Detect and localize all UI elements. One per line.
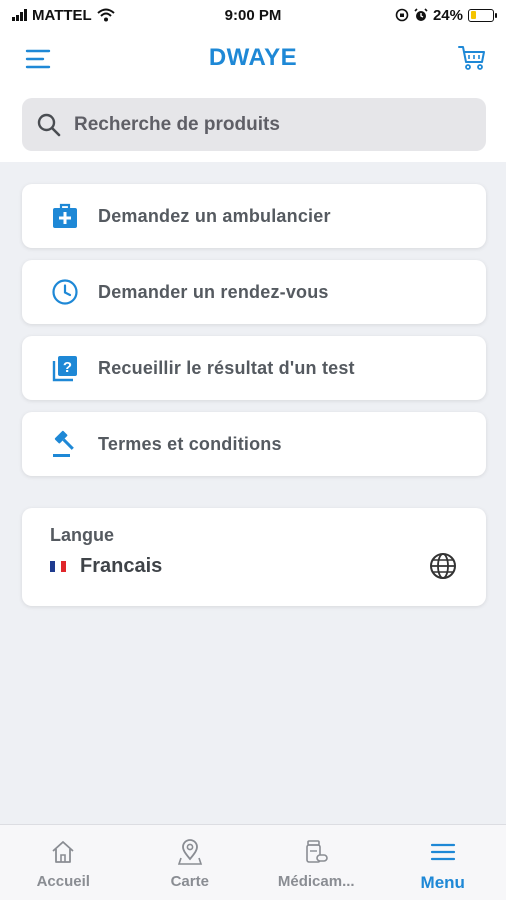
search-bar[interactable] xyxy=(22,98,486,151)
status-time: 9:00 PM xyxy=(224,6,282,24)
svg-text:?: ? xyxy=(63,359,72,376)
carrier-name: MATTEL xyxy=(32,6,92,24)
home-icon xyxy=(48,837,78,867)
menu-item-label: Demander un rendez-vous xyxy=(98,281,329,302)
menu-item-terms[interactable]: Termes et conditions xyxy=(22,412,486,476)
tab-menu[interactable]: Menu xyxy=(380,825,506,900)
clock-icon xyxy=(50,277,80,307)
search-icon xyxy=(37,113,61,136)
battery-percent: 24% xyxy=(432,6,463,24)
menu-item-test-result[interactable]: ? Recueillir le résultat d'un test xyxy=(22,336,486,400)
language-card[interactable]: Langue Francais xyxy=(22,508,486,606)
medicine-bottle-icon xyxy=(301,837,331,867)
question-document-icon: ? xyxy=(50,353,80,383)
search-input[interactable] xyxy=(74,113,454,136)
wifi-icon xyxy=(97,8,115,22)
map-pin-icon xyxy=(175,837,205,867)
menu-item-label: Recueillir le résultat d'un test xyxy=(98,357,355,378)
first-aid-kit-icon xyxy=(50,201,80,231)
language-value: Francais xyxy=(80,555,163,577)
menu-item-ambulance[interactable]: Demandez un ambulancier xyxy=(22,184,486,248)
menu-item-label: Termes et conditions xyxy=(98,433,282,454)
app-header: DWAYE xyxy=(0,30,506,162)
orientation-lock-icon xyxy=(395,8,409,22)
signal-icon xyxy=(12,9,27,21)
tab-accueil[interactable]: Accueil xyxy=(0,825,127,900)
battery-icon xyxy=(468,8,497,22)
shopping-cart-icon[interactable] xyxy=(456,42,488,74)
menu-item-appointment[interactable]: Demander un rendez-vous xyxy=(22,260,486,324)
tab-carte[interactable]: Carte xyxy=(127,825,254,900)
tab-label: Menu xyxy=(420,873,465,892)
tab-label: Médicam... xyxy=(277,873,355,890)
globe-icon[interactable] xyxy=(428,551,458,581)
status-bar: MATTEL 9:00 PM 24% xyxy=(0,0,506,30)
tab-label: Accueil xyxy=(36,873,90,890)
bottom-tab-bar: Accueil Carte Médicam... Menu xyxy=(0,824,506,900)
app-title: DWAYE xyxy=(208,44,298,71)
gavel-icon xyxy=(50,429,80,459)
tab-label: Carte xyxy=(170,873,209,890)
menu-icon xyxy=(428,837,458,867)
menu-item-label: Demandez un ambulancier xyxy=(98,205,331,226)
alarm-icon xyxy=(414,8,428,21)
language-title: Langue xyxy=(50,525,115,545)
france-flag-icon xyxy=(50,561,66,572)
tab-medicaments[interactable]: Médicam... xyxy=(253,825,380,900)
